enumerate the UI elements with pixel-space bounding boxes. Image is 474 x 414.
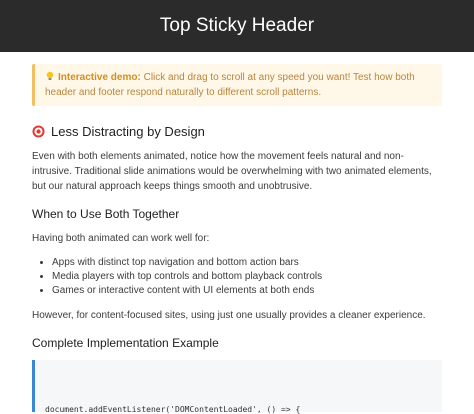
main-content[interactable]: Interactive demo: Click and drag to scro… — [0, 64, 474, 414]
demo-lead: Interactive demo: — [58, 72, 141, 83]
sticky-header: Top Sticky Header — [0, 0, 474, 52]
code-line: document.addEventListener('DOMContentLoa… — [45, 405, 301, 414]
code-block: document.addEventListener('DOMContentLoa… — [32, 360, 442, 414]
lightbulb-icon — [46, 71, 54, 80]
target-icon — [32, 125, 45, 138]
demo-callout: Interactive demo: Click and drag to scro… — [32, 64, 442, 106]
section-title-design: Less Distracting by Design — [51, 124, 205, 139]
section-heading-design: Less Distracting by Design — [32, 124, 442, 139]
usage-intro: Having both animated can work well for: — [32, 233, 210, 244]
section-body-design: Even with both elements animated, notice… — [32, 151, 432, 192]
section-heading-usage: When to Use Both Together — [32, 207, 180, 221]
list-item: Apps with distinct top navigation and bo… — [52, 256, 442, 270]
section-heading-implementation: Complete Implementation Example — [32, 336, 219, 350]
usage-outro: However, for content-focused sites, usin… — [32, 310, 426, 321]
usage-list: Apps with distinct top navigation and bo… — [32, 256, 442, 298]
list-item: Media players with top controls and bott… — [52, 270, 442, 284]
header-title: Top Sticky Header — [159, 15, 315, 36]
list-item: Games or interactive content with UI ele… — [52, 284, 442, 298]
